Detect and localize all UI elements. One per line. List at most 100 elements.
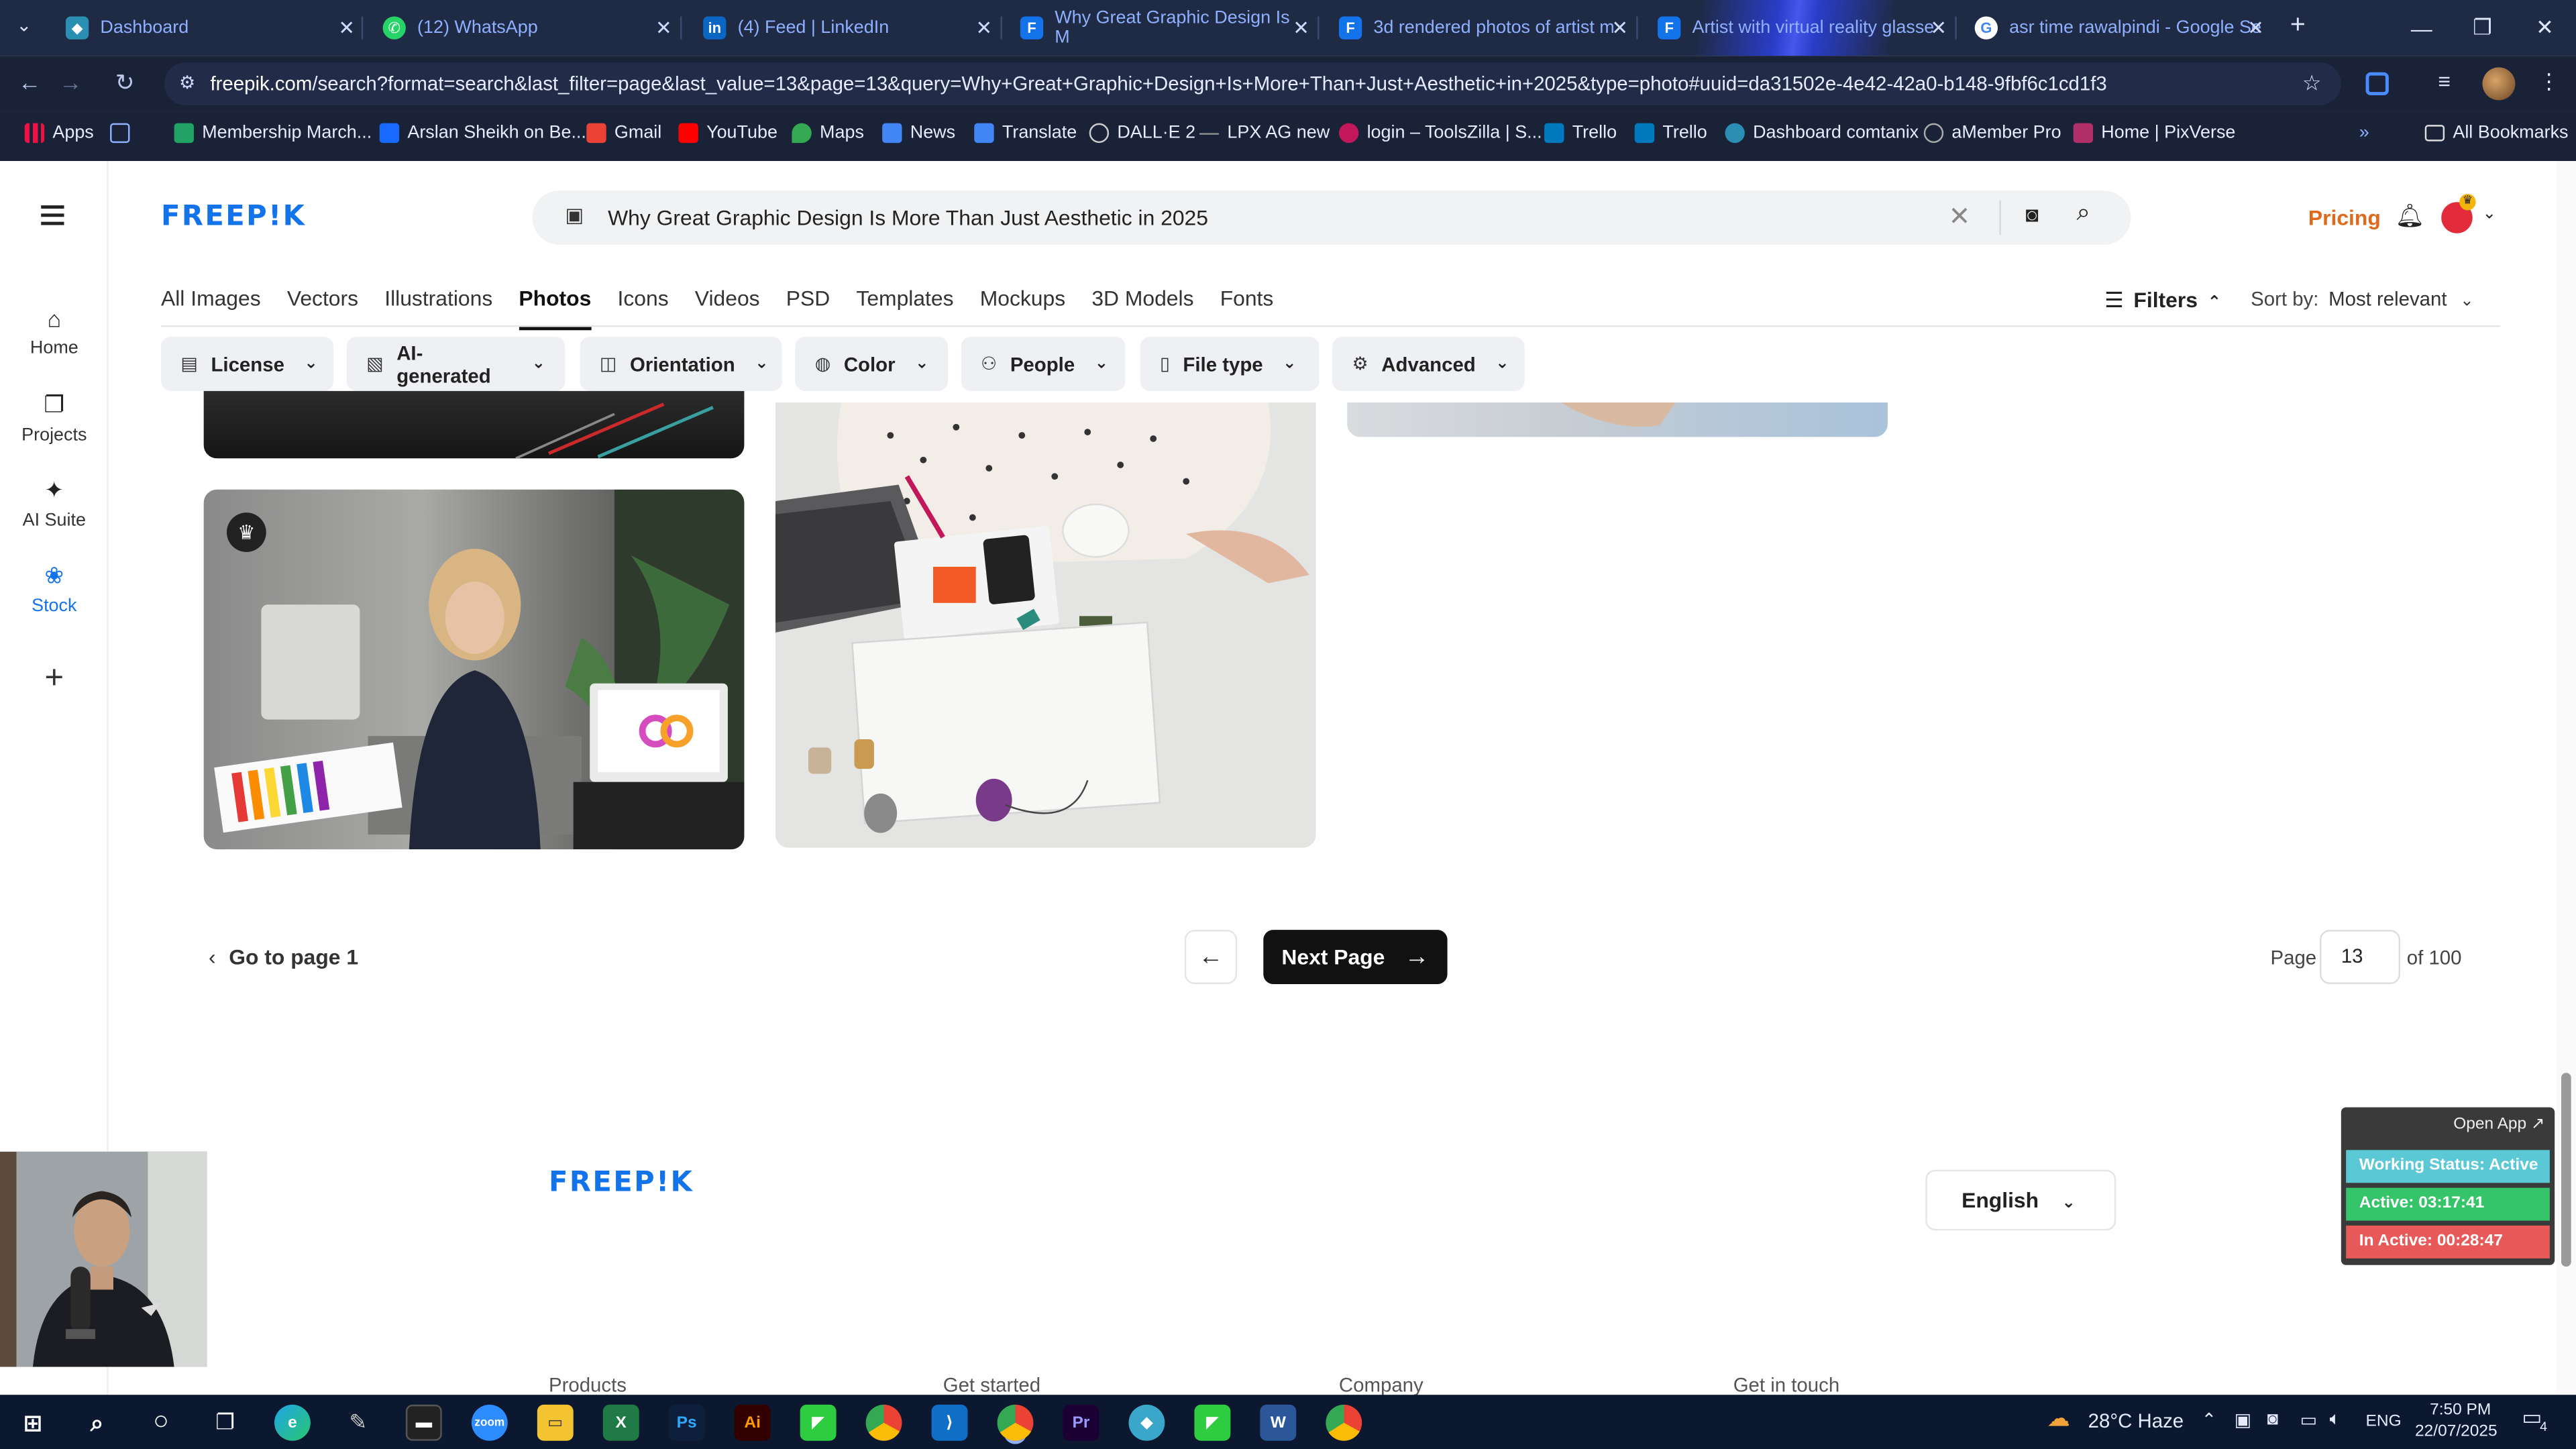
chevron-down-icon[interactable]: ⌄	[2482, 205, 2496, 223]
filter-advanced[interactable]: ⚙ Advanced ⌄	[1332, 337, 1525, 391]
chrome-active-icon[interactable]	[997, 1404, 1034, 1441]
filter-people[interactable]: ⚇ People ⌄	[961, 337, 1126, 391]
filter-orientation[interactable]: ◫ Orientation ⌄	[580, 337, 782, 391]
file-explorer-icon[interactable]: ▭	[537, 1404, 574, 1441]
footer-logo[interactable]: FREEP!K	[549, 1167, 694, 1199]
weather-icon[interactable]: ☁	[2047, 1405, 2070, 1433]
bookmark-item[interactable]: Maps	[792, 123, 864, 144]
filter-license[interactable]: ▤ License ⌄	[161, 337, 334, 391]
reload-icon[interactable]: ↻	[109, 69, 142, 97]
sidebar-item-home[interactable]: ⌂ Home	[0, 306, 109, 358]
filter-ai-generated[interactable]: ▧ AI-generated ⌄	[346, 337, 566, 391]
address-bar[interactable]: ⚙ freepik.com/search?format=search&last_…	[164, 62, 2341, 105]
tab-mockups[interactable]: Mockups	[980, 286, 1065, 330]
result-image-designer-desk[interactable]	[775, 402, 1316, 848]
pricing-link[interactable]: Pricing	[2308, 205, 2381, 230]
close-window-button[interactable]: ✕	[2514, 0, 2576, 56]
bookmark-item[interactable]: YouTube	[678, 123, 777, 144]
tab-photos[interactable]: Photos	[519, 286, 592, 331]
sidebar-item-ai-suite[interactable]: ✦ AI Suite	[0, 476, 109, 531]
tab-freepik-vr[interactable]: F Artist with virtual reality glasse ✕	[1658, 7, 1947, 50]
close-icon[interactable]: ✕	[2247, 16, 2264, 39]
network-icon[interactable]: ▭	[2300, 1409, 2317, 1431]
bookmark-item[interactable]: aMember Pro	[1923, 123, 2061, 144]
cortana-icon[interactable]: ○	[143, 1405, 179, 1441]
go-to-first-page[interactable]: ‹ Go to page 1	[209, 945, 358, 969]
tab-groups-icon[interactable]	[110, 123, 138, 144]
tab-freepik-active[interactable]: F Why Great Graphic Design Is M ✕	[1020, 7, 1309, 50]
volume-icon[interactable]: 🔈︎	[2330, 1409, 2341, 1431]
url-text[interactable]: freepik.com/search?format=search&last_fi…	[210, 72, 2106, 95]
restore-button[interactable]: ❐	[2451, 0, 2514, 56]
edge-icon[interactable]: e	[274, 1404, 311, 1441]
back-icon[interactable]: ←	[13, 69, 46, 95]
scrollbar-thumb[interactable]	[2561, 1073, 2571, 1267]
green-app-icon[interactable]: ◤	[800, 1404, 837, 1441]
all-bookmarks[interactable]: All Bookmarks	[2424, 123, 2569, 143]
bookmark-item[interactable]: login – ToolsZilla | S...	[1338, 123, 1542, 144]
filter-color[interactable]: ◍ Color ⌄	[795, 337, 949, 391]
next-page-button[interactable]: Next Page →	[1263, 930, 1448, 984]
tab-psd[interactable]: PSD	[786, 286, 830, 330]
clock-date[interactable]: 22/07/2025	[2415, 1423, 2498, 1441]
tab-videos[interactable]: Videos	[695, 286, 760, 330]
image-type-icon[interactable]: ▣	[565, 204, 584, 227]
tab-search-menu[interactable]: ⌄	[16, 15, 32, 36]
bookmark-apps[interactable]: Apps	[24, 123, 94, 144]
bookmark-item[interactable]: DALL·E 2	[1089, 123, 1195, 144]
search-icon[interactable]: ⌕	[2077, 199, 2091, 227]
tray-camera-icon[interactable]: ◙	[2267, 1409, 2278, 1429]
forward-icon[interactable]: →	[54, 69, 87, 95]
blue-app-icon[interactable]: ◆	[1128, 1404, 1165, 1441]
extensions-icon[interactable]	[2365, 72, 2389, 96]
input-language[interactable]: ENG	[2366, 1413, 2402, 1431]
premiere-icon[interactable]: Pr	[1063, 1404, 1099, 1441]
open-app-link[interactable]: Open App ↗	[2453, 1116, 2544, 1134]
tab-all-images[interactable]: All Images	[161, 286, 261, 330]
terminal-icon[interactable]: ▬	[405, 1404, 442, 1441]
excel-icon[interactable]: X	[602, 1404, 639, 1441]
bookmark-item[interactable]: Gmail	[586, 123, 661, 144]
notifications-bell-icon[interactable]: 🔔︎	[2396, 202, 2425, 230]
search-bar[interactable]: ▣ Why Great Graphic Design Is More Than …	[532, 191, 2131, 245]
chrome-icon-2[interactable]	[1326, 1404, 1362, 1441]
media-control-icon[interactable]: ≡	[2438, 69, 2451, 94]
new-tab-button[interactable]: +	[2290, 11, 2306, 41]
tray-meet-icon[interactable]: ▣	[2235, 1409, 2251, 1431]
search-icon[interactable]: ⌕	[79, 1405, 115, 1441]
result-image-cropped[interactable]	[1347, 402, 1888, 437]
tab-icons[interactable]: Icons	[618, 286, 669, 330]
notification-center-icon[interactable]: ▭	[2522, 1405, 2542, 1431]
sidebar-add-button[interactable]: +	[0, 660, 109, 698]
bookmark-item[interactable]: LPX AG new	[1199, 123, 1330, 143]
tab-freepik-3d[interactable]: F 3d rendered photos of artist m ✕	[1338, 7, 1628, 50]
bookmark-item[interactable]: News	[882, 123, 955, 144]
tab-3d-models[interactable]: 3D Models	[1091, 286, 1193, 330]
tray-chevron-icon[interactable]: ⌃	[2202, 1409, 2217, 1431]
sort-dropdown[interactable]: Sort by: Most relevant ⌄	[2251, 288, 2474, 311]
bookmark-item[interactable]: Trello	[1634, 123, 1707, 144]
close-icon[interactable]: ✕	[338, 16, 355, 39]
bookmark-item[interactable]: Trello	[1544, 123, 1617, 144]
sidebar-item-stock[interactable]: ❀ Stock	[0, 562, 109, 616]
task-view-icon[interactable]: ❐	[207, 1405, 244, 1441]
result-image-woman-designer[interactable]: ♛	[203, 489, 745, 850]
pen-icon[interactable]: ✎	[340, 1405, 376, 1441]
previous-page-button[interactable]: ←	[1184, 930, 1238, 984]
tab-templates[interactable]: Templates	[856, 286, 953, 330]
illustrator-icon[interactable]: Ai	[734, 1404, 771, 1441]
close-icon[interactable]: ✕	[655, 16, 672, 39]
tab-illustrations[interactable]: Illustrations	[384, 286, 492, 330]
close-icon[interactable]: ✕	[1930, 16, 1947, 39]
tab-vectors[interactable]: Vectors	[287, 286, 358, 330]
minimize-button[interactable]: —	[2390, 0, 2453, 56]
filters-toggle[interactable]: ☰ Filters ⌃	[2104, 288, 2221, 314]
clear-search-icon[interactable]: ✕	[1949, 201, 1971, 233]
result-image-pens[interactable]	[203, 390, 745, 459]
profile-avatar[interactable]	[2482, 67, 2516, 101]
bookmark-item[interactable]: Membership March...	[174, 123, 372, 144]
photoshop-icon[interactable]: Ps	[668, 1404, 705, 1441]
page-scrollbar[interactable]	[2556, 161, 2576, 1395]
clock-time[interactable]: 7:50 PM	[2430, 1401, 2491, 1419]
site-info-icon[interactable]: ⚙	[179, 72, 195, 93]
